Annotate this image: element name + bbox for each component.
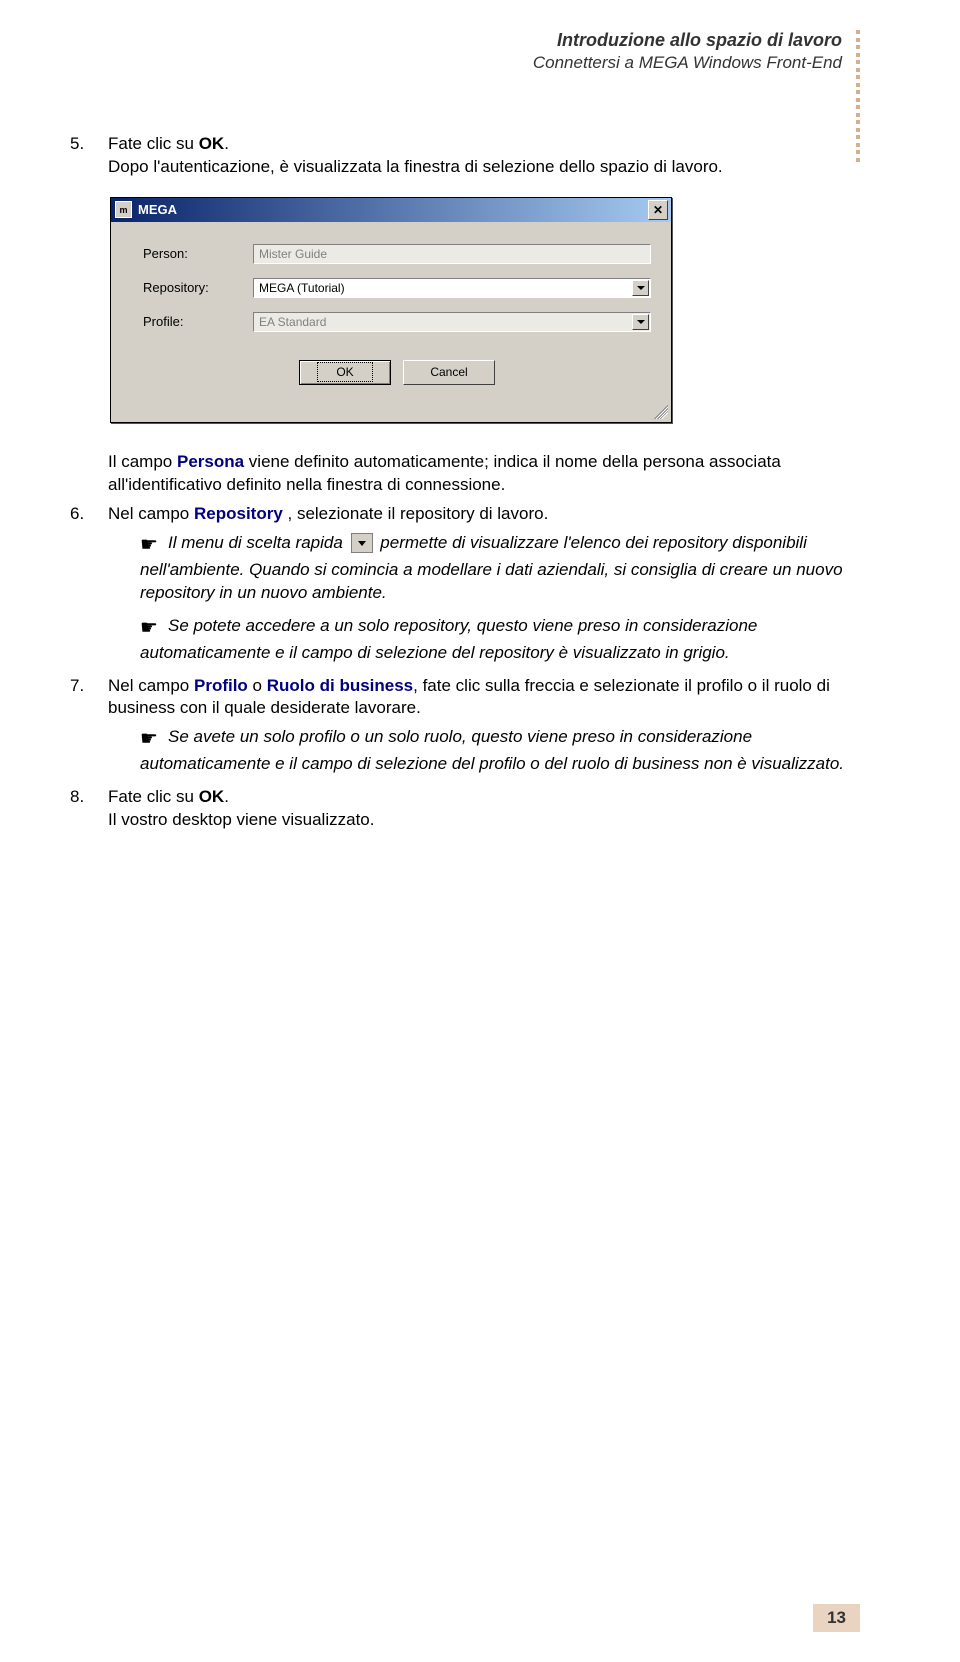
step-number: 6. (70, 503, 108, 526)
persona-keyword: Persona (177, 452, 244, 471)
profile-field[interactable]: EA Standard (253, 312, 651, 332)
step-6: 6. Nel campo Repository , selezionate il… (70, 503, 860, 526)
profilo-keyword: Profilo (194, 676, 248, 695)
hand-icon: ☛ (140, 532, 168, 559)
chevron-down-icon (351, 533, 373, 553)
text: Fate clic su (108, 134, 199, 153)
mega-dialog-screenshot: m MEGA ✕ Person: Mister Guide Repository… (110, 197, 860, 423)
step-5: 5. Fate clic su OK. Dopo l'autenticazion… (70, 133, 860, 179)
step-7: 7. Nel campo Profilo o Ruolo di business… (70, 675, 860, 721)
chevron-down-icon[interactable] (632, 314, 649, 330)
note-7: ☛Se avete un solo profilo o un solo ruol… (140, 726, 860, 776)
profile-label: Profile: (143, 313, 253, 331)
header-ornament (856, 30, 860, 162)
repository-keyword: Repository (194, 504, 283, 523)
step-number: 8. (70, 786, 108, 809)
window-title: MEGA (138, 201, 177, 219)
step-number: 5. (70, 133, 108, 156)
chevron-down-icon[interactable] (632, 280, 649, 296)
window-titlebar: m MEGA ✕ (111, 198, 671, 222)
close-icon[interactable]: ✕ (648, 200, 668, 220)
person-field: Mister Guide (253, 244, 651, 264)
ok-button[interactable]: OK (299, 360, 391, 385)
paragraph-persona: Il campo Persona viene definito automati… (108, 451, 860, 497)
repository-field[interactable]: MEGA (Tutorial) (253, 278, 651, 298)
page-number: 13 (813, 1604, 860, 1632)
repository-label: Repository: (143, 279, 253, 297)
resize-grip[interactable] (111, 403, 671, 422)
note-6b: ☛Se potete accedere a un solo repository… (140, 615, 860, 665)
note-6a: ☛Il menu di scelta rapida permette di vi… (140, 532, 860, 605)
header-title: Introduzione allo spazio di lavoro (70, 30, 860, 51)
ok-keyword: OK (199, 787, 225, 806)
cancel-button[interactable]: Cancel (403, 360, 495, 385)
step-number: 7. (70, 675, 108, 698)
text: Dopo l'autenticazione, è visualizzata la… (108, 157, 723, 176)
step-8: 8. Fate clic su OK. Il vostro desktop vi… (70, 786, 860, 832)
mega-dialog-window: m MEGA ✕ Person: Mister Guide Repository… (110, 197, 672, 423)
page-header: Introduzione allo spazio di lavoro Conne… (70, 30, 860, 73)
ruolo-keyword: Ruolo di business (267, 676, 413, 695)
content-body: 5. Fate clic su OK. Dopo l'autenticazion… (70, 133, 860, 832)
header-subtitle: Connettersi a MEGA Windows Front-End (70, 53, 860, 73)
hand-icon: ☛ (140, 615, 168, 642)
hand-icon: ☛ (140, 726, 168, 753)
person-label: Person: (143, 245, 253, 263)
text: . (224, 134, 229, 153)
ok-keyword: OK (199, 134, 225, 153)
app-icon: m (115, 201, 132, 218)
